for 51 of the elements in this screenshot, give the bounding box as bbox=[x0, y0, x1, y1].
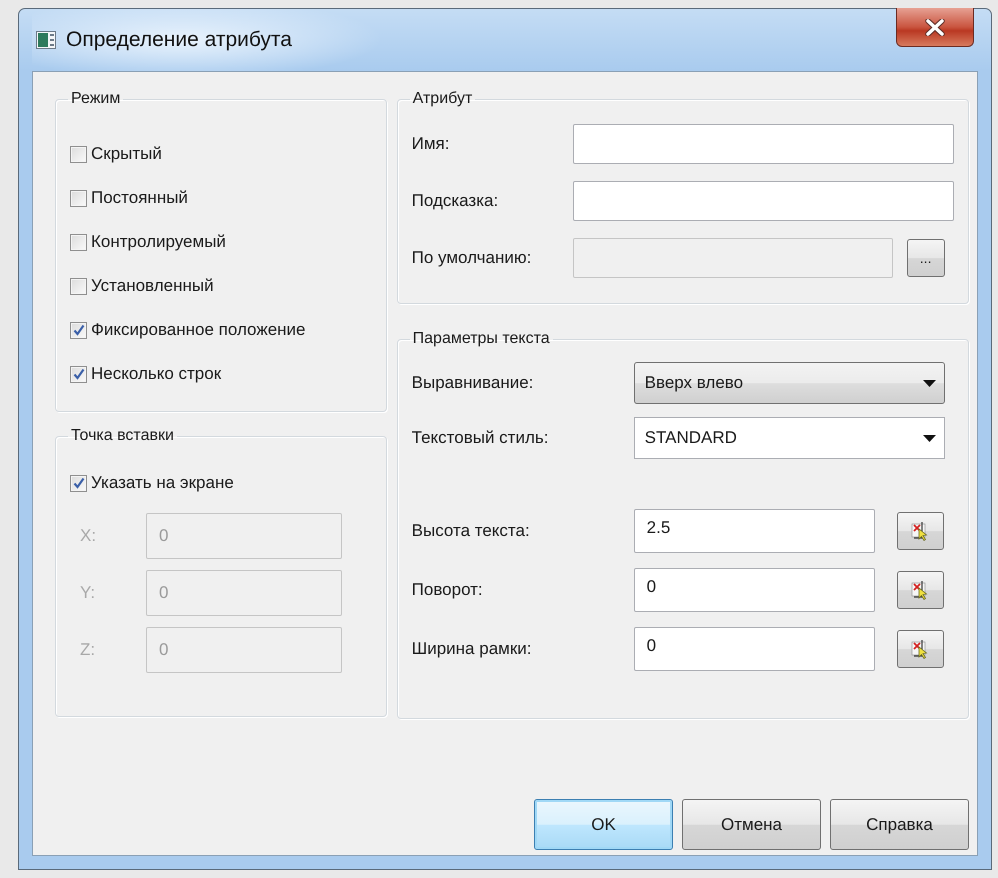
dialog-button[interactable]: Справка bbox=[830, 799, 969, 850]
field-label: Z: bbox=[80, 640, 96, 660]
window-title: Определение атрибута bbox=[66, 28, 292, 52]
group-title: Атрибут bbox=[412, 90, 474, 108]
checkbox-label[interactable]: Указать на экране bbox=[91, 473, 234, 493]
checkbox-label[interactable]: Постоянный bbox=[91, 188, 188, 208]
field-label: Имя: bbox=[412, 134, 450, 154]
checkbox-label[interactable]: Установленный bbox=[91, 276, 214, 296]
checkbox[interactable] bbox=[70, 278, 87, 294]
text-field[interactable] bbox=[572, 181, 954, 221]
checkbox-label[interactable]: Контролируемый bbox=[91, 232, 226, 252]
combo-box[interactable]: STANDARD bbox=[634, 417, 945, 459]
caret-icon bbox=[922, 380, 936, 386]
field-label: Y: bbox=[80, 583, 96, 603]
cursor-pick-icon bbox=[911, 580, 930, 600]
checkbox-label[interactable]: Скрытый bbox=[91, 144, 162, 164]
pick-button[interactable] bbox=[896, 630, 944, 668]
field-label: Высота текста: bbox=[412, 521, 531, 541]
pick-button[interactable] bbox=[896, 571, 944, 609]
cursor-pick-icon bbox=[911, 639, 930, 659]
checkbox-label[interactable]: Фиксированное положение bbox=[91, 320, 306, 340]
text-field[interactable] bbox=[572, 124, 954, 164]
dropdown-button[interactable]: Вверх влево bbox=[634, 362, 945, 404]
group-title: Режим bbox=[70, 90, 122, 108]
dialog-button[interactable]: Отмена bbox=[682, 799, 821, 850]
dialog-icon bbox=[36, 31, 56, 49]
cursor-pick-icon bbox=[911, 521, 930, 541]
pick-button[interactable] bbox=[896, 512, 944, 550]
checkbox[interactable] bbox=[70, 190, 87, 206]
field-label: Поворот: bbox=[412, 580, 484, 600]
checkbox[interactable] bbox=[70, 366, 87, 382]
checkbox[interactable] bbox=[70, 234, 87, 250]
field-label: По умолчанию: bbox=[412, 248, 532, 268]
dialog-button[interactable]: OK bbox=[534, 799, 673, 850]
group-title: Параметры текста bbox=[412, 330, 551, 348]
field-label: Подсказка: bbox=[412, 191, 500, 211]
text-field[interactable]: 2.5 bbox=[634, 509, 875, 553]
checkbox[interactable] bbox=[70, 322, 87, 338]
text-field[interactable]: 0 bbox=[634, 568, 875, 612]
field-label: Выравнивание: bbox=[412, 373, 534, 393]
field-label: Ширина рамки: bbox=[412, 639, 532, 659]
caret-icon bbox=[922, 434, 936, 442]
close-button[interactable] bbox=[896, 8, 974, 47]
field-label: Текстовый стиль: bbox=[412, 428, 550, 448]
group-title: Точка вставки bbox=[70, 427, 175, 445]
close-icon bbox=[925, 18, 945, 36]
checkbox[interactable] bbox=[70, 146, 87, 162]
checkbox[interactable] bbox=[70, 474, 87, 492]
text-field[interactable]: 0 bbox=[634, 627, 875, 671]
checkbox-label[interactable]: Несколько строк bbox=[91, 364, 222, 384]
field-label: X: bbox=[80, 526, 98, 546]
